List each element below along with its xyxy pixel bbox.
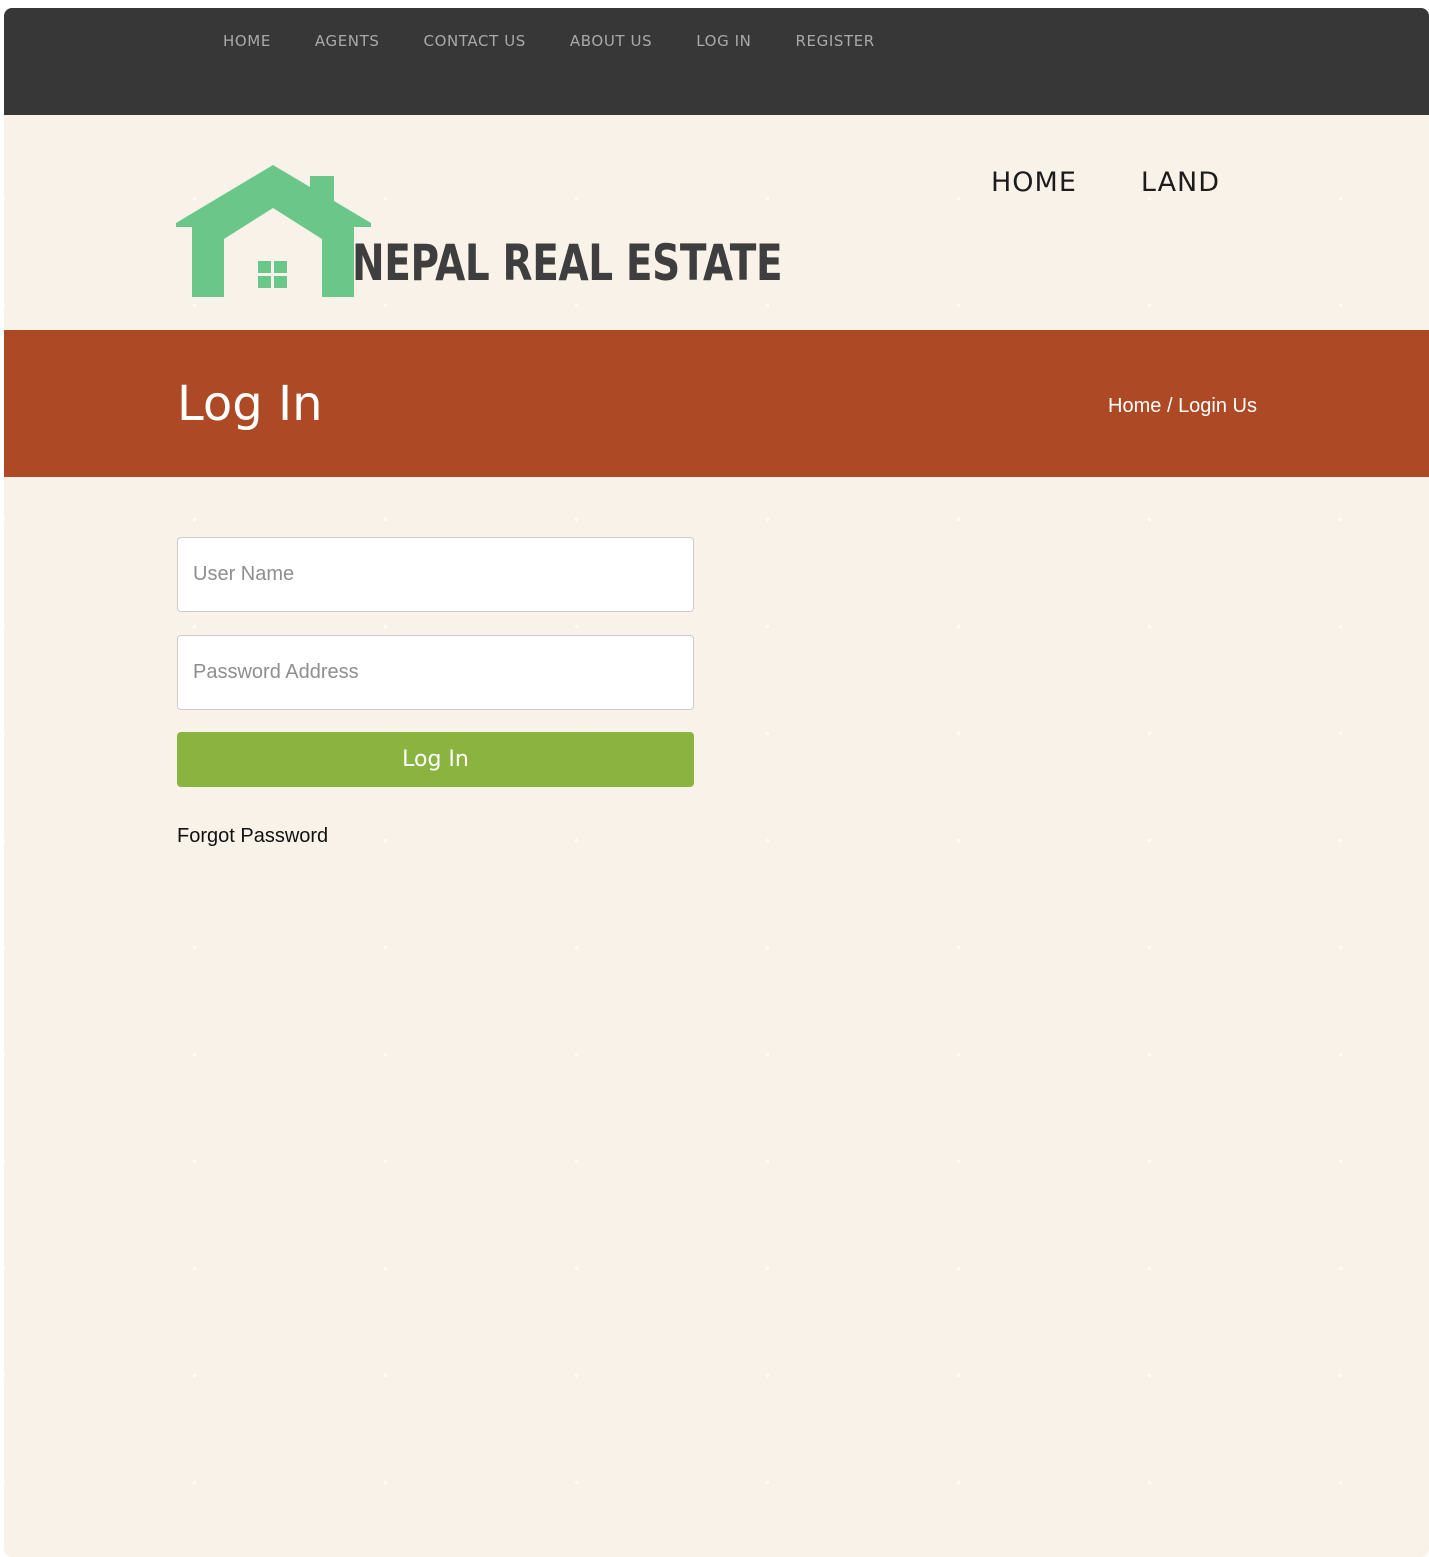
main-nav-land[interactable]: LAND [1141,167,1220,199]
top-nav-contact-us[interactable]: CONTACT US [424,32,526,50]
browser-page: HOME AGENTS CONTACT US ABOUT US LOG IN R… [4,8,1429,1557]
breadcrumb-current: Login Us [1178,395,1257,417]
log-in-button[interactable]: Log In [177,732,694,787]
top-nav-about-us[interactable]: ABOUT US [570,32,652,50]
main-nav-home[interactable]: HOME [991,167,1077,199]
house-icon [176,165,371,297]
top-nav-log-in[interactable]: LOG IN [696,32,751,50]
breadcrumb-home-link[interactable]: Home [1108,395,1161,417]
page-title-band: Log In Home / Login Us [4,330,1429,477]
top-bar: HOME AGENTS CONTACT US ABOUT US LOG IN R… [4,8,1429,115]
top-nav: HOME AGENTS CONTACT US ABOUT US LOG IN R… [223,32,919,50]
login-form: Log In Forgot Password [177,537,694,848]
password-input[interactable] [177,635,694,710]
top-nav-home[interactable]: HOME [223,32,271,50]
page-title: Log In [177,376,323,432]
top-nav-register[interactable]: REGISTER [796,32,875,50]
username-input[interactable] [177,537,694,612]
breadcrumb: Home / Login Us [1108,394,1257,418]
logo-text: NEPAL REAL ESTATE [352,234,783,292]
forgot-password-link[interactable]: Forgot Password [177,824,328,848]
site-header: NEPAL REAL ESTATE HOME LAND [4,115,1429,330]
top-nav-agents[interactable]: AGENTS [315,32,380,50]
breadcrumb-separator: / [1161,395,1179,417]
main-nav: HOME LAND [991,167,1284,199]
site-logo[interactable]: NEPAL REAL ESTATE [176,157,783,297]
